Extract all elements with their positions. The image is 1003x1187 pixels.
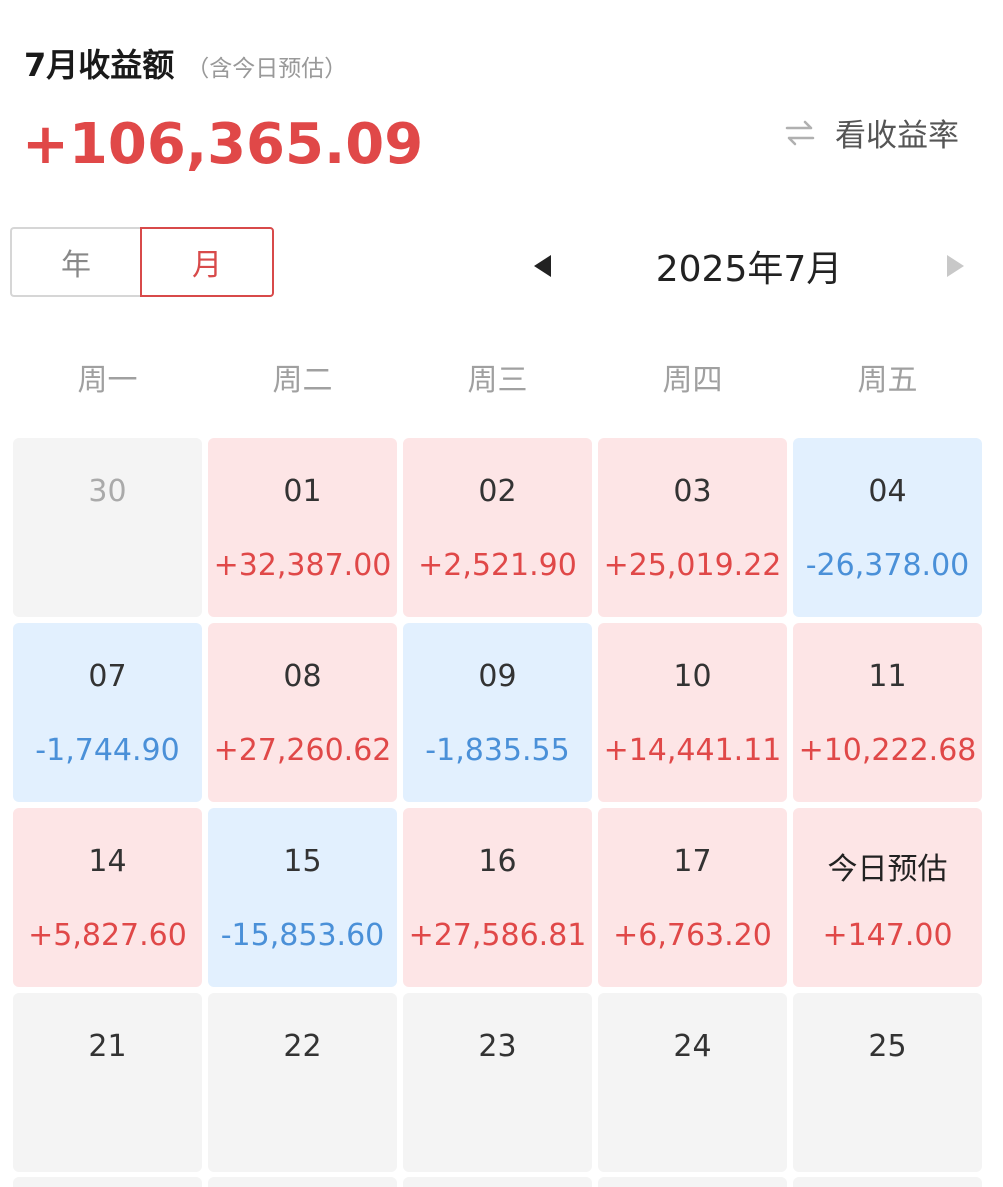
weekday-header: 周一 周二 周三 周四 周五 bbox=[10, 355, 985, 399]
calendar-day-number: 08 bbox=[283, 659, 322, 694]
calendar-cell[interactable]: 17 +6,763.20 bbox=[598, 808, 787, 987]
weekday-mon: 周一 bbox=[77, 363, 138, 398]
calendar-next-row bbox=[13, 1177, 982, 1187]
calendar-day-number: 22 bbox=[283, 1029, 322, 1064]
calendar-day-amount: +27,260.62 bbox=[213, 733, 392, 768]
calendar-day-amount: +27,586.81 bbox=[408, 918, 587, 953]
calendar-day-number: 14 bbox=[88, 844, 127, 879]
calendar-day-number: 21 bbox=[88, 1029, 127, 1064]
calendar-day-number: 10 bbox=[673, 659, 712, 694]
calendar-day-amount: +25,019.22 bbox=[603, 548, 782, 583]
calendar-cell[interactable]: 30 bbox=[13, 438, 202, 617]
calendar-cell[interactable]: 21 bbox=[13, 993, 202, 1172]
calendar-day-amount: +32,387.00 bbox=[213, 548, 392, 583]
calendar-cell[interactable]: 10 +14,441.11 bbox=[598, 623, 787, 802]
calendar-day-amount: +2,521.90 bbox=[418, 548, 577, 583]
calendar-cell-peek bbox=[598, 1177, 787, 1187]
calendar-cell[interactable]: 03 +25,019.22 bbox=[598, 438, 787, 617]
tab-year[interactable]: 年 bbox=[10, 227, 140, 297]
total-earnings: +106,365.09 bbox=[22, 112, 424, 177]
period-segmented-control: 年 月 bbox=[10, 227, 274, 297]
calendar-day-amount: +5,827.60 bbox=[28, 918, 187, 953]
calendar-day-number: 03 bbox=[673, 474, 712, 509]
calendar-day-number: 01 bbox=[283, 474, 322, 509]
calendar-cell-peek bbox=[793, 1177, 982, 1187]
calendar-day-number: 02 bbox=[478, 474, 517, 509]
page-title: 7月收益额 bbox=[24, 46, 175, 84]
today-estimate-label: 今日预估 bbox=[827, 852, 948, 887]
calendar-day-number: 17 bbox=[673, 844, 712, 879]
calendar-cell[interactable]: 09 -1,835.55 bbox=[403, 623, 592, 802]
calendar-day-number: 30 bbox=[88, 474, 127, 509]
swap-arrows-icon bbox=[785, 120, 815, 145]
triangle-left-icon[interactable] bbox=[534, 255, 551, 277]
weekday-thu: 周四 bbox=[662, 363, 723, 398]
calendar-cell[interactable]: 01 +32,387.00 bbox=[208, 438, 397, 617]
calendar-cell-today[interactable]: 今日预估 +147.00 bbox=[793, 808, 982, 987]
weekday-tue: 周二 bbox=[272, 363, 333, 398]
calendar-cell-peek bbox=[13, 1177, 202, 1187]
calendar-day-number: 07 bbox=[88, 659, 127, 694]
calendar-day-amount: -1,835.55 bbox=[425, 733, 570, 768]
calendar-day-number: 15 bbox=[283, 844, 322, 879]
calendar-day-number: 24 bbox=[673, 1029, 712, 1064]
toggle-rate-button[interactable]: 看收益率 bbox=[783, 110, 959, 155]
weekday-fri: 周五 bbox=[857, 363, 918, 398]
calendar-day-amount: +6,763.20 bbox=[613, 918, 772, 953]
calendar-day-number: 25 bbox=[868, 1029, 907, 1064]
calendar-day-number: 23 bbox=[478, 1029, 517, 1064]
page-header: 7月收益额 （含今日预估） bbox=[24, 40, 347, 86]
calendar-cell[interactable]: 16 +27,586.81 bbox=[403, 808, 592, 987]
calendar-day-amount: +10,222.68 bbox=[798, 733, 977, 768]
toggle-rate-label: 看收益率 bbox=[835, 118, 959, 154]
calendar-cell[interactable]: 08 +27,260.62 bbox=[208, 623, 397, 802]
calendar-cell[interactable]: 25 bbox=[793, 993, 982, 1172]
calendar-day-number: 09 bbox=[478, 659, 517, 694]
calendar-day-number: 11 bbox=[868, 659, 907, 694]
calendar-cell[interactable]: 02 +2,521.90 bbox=[403, 438, 592, 617]
month-navigator: 2025年7月 bbox=[528, 236, 968, 296]
calendar-day-amount: +147.00 bbox=[822, 918, 953, 953]
page-subtitle: （含今日预估） bbox=[186, 56, 348, 82]
calendar-cell[interactable]: 23 bbox=[403, 993, 592, 1172]
calendar-cell-peek bbox=[208, 1177, 397, 1187]
calendar-cell[interactable]: 15 -15,853.60 bbox=[208, 808, 397, 987]
calendar-cell[interactable]: 24 bbox=[598, 993, 787, 1172]
calendar-grid: 30 01 +32,387.00 02 +2,521.90 03 +25,019.22 04 -… bbox=[13, 438, 982, 1172]
calendar-cell[interactable]: 22 bbox=[208, 993, 397, 1172]
weekday-wed: 周三 bbox=[467, 363, 528, 398]
calendar-day-amount: -26,378.00 bbox=[805, 548, 970, 583]
calendar-cell[interactable]: 04 -26,378.00 bbox=[793, 438, 982, 617]
triangle-right-icon[interactable] bbox=[947, 255, 964, 277]
current-month-label[interactable]: 2025年7月 bbox=[656, 240, 843, 292]
calendar-day-number: 04 bbox=[868, 474, 907, 509]
calendar-cell[interactable]: 14 +5,827.60 bbox=[13, 808, 202, 987]
calendar-cell[interactable]: 11 +10,222.68 bbox=[793, 623, 982, 802]
calendar-day-amount: -1,744.90 bbox=[35, 733, 180, 768]
calendar-day-number: 16 bbox=[478, 844, 517, 879]
calendar-day-amount: -15,853.60 bbox=[220, 918, 385, 953]
calendar-cell-peek bbox=[403, 1177, 592, 1187]
calendar-day-amount: +14,441.11 bbox=[603, 733, 782, 768]
calendar-cell[interactable]: 07 -1,744.90 bbox=[13, 623, 202, 802]
tab-month[interactable]: 月 bbox=[140, 227, 274, 297]
